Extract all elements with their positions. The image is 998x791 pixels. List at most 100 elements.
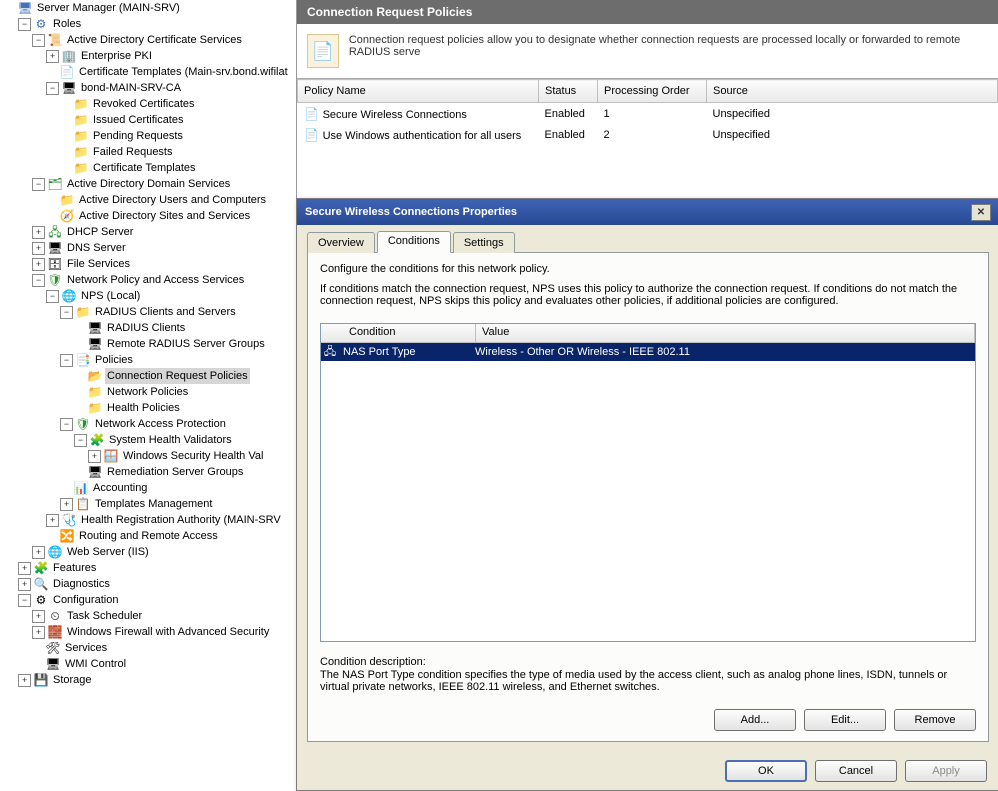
expand-icon[interactable]: + — [46, 514, 59, 527]
tree-node-npas[interactable]: −🛡Network Policy and Access Services — [32, 272, 296, 288]
tree-node-hra[interactable]: +🩺Health Registration Authority (MAIN-SR… — [46, 512, 296, 528]
tree-node-radius-cs[interactable]: −📁RADIUS Clients and Servers — [60, 304, 296, 320]
tree-node-configuration[interactable]: −⚙Configuration — [18, 592, 296, 608]
dialog-titlebar[interactable]: Secure Wireless Connections Properties ✕ — [297, 199, 998, 225]
tree-node-dns[interactable]: +🖥DNS Server — [32, 240, 296, 256]
tree-node-label: Network Access Protection — [93, 416, 228, 432]
tree-node-rras[interactable]: 🔀Routing and Remote Access — [46, 528, 296, 544]
tree-node-wmi[interactable]: 🖥WMI Control — [32, 656, 296, 672]
tree-node-remote-radius[interactable]: 🖥Remote RADIUS Server Groups — [74, 336, 296, 352]
expand-icon[interactable]: + — [18, 578, 31, 591]
expand-icon[interactable]: + — [46, 50, 59, 63]
tree-node-nap[interactable]: −🛡Network Access Protection — [60, 416, 296, 432]
tree-node-nps-local[interactable]: −🌐NPS (Local) — [46, 288, 296, 304]
folder-icon: 📁 — [75, 304, 91, 320]
tree-node-label: bond-MAIN-SRV-CA — [79, 80, 183, 96]
cancel-button[interactable]: Cancel — [815, 760, 897, 782]
tree-node-ad-sites[interactable]: 🧭Active Directory Sites and Services — [46, 208, 296, 224]
collapse-icon[interactable]: − — [18, 18, 31, 31]
col-condition[interactable]: Condition — [343, 324, 476, 342]
col-source[interactable]: Source — [707, 80, 998, 103]
tree-node-failed[interactable]: 📁Failed Requests — [60, 144, 296, 160]
expand-icon[interactable]: + — [18, 674, 31, 687]
col-policy-name[interactable]: Policy Name — [298, 80, 539, 103]
collapse-icon[interactable]: − — [60, 354, 73, 367]
tree-node-adcs[interactable]: − 📜 Active Directory Certificate Service… — [32, 32, 296, 48]
tree-node-cert-templates-main[interactable]: 📄Certificate Templates (Main-srv.bond.wi… — [46, 64, 296, 80]
tree-node-label: Revoked Certificates — [91, 96, 197, 112]
policy-icon: 📄 — [304, 127, 320, 143]
collapse-icon[interactable]: − — [18, 594, 31, 607]
tree-node-revoked[interactable]: 📁Revoked Certificates — [60, 96, 296, 112]
tree-node-templates-mgmt[interactable]: +📋Templates Management — [60, 496, 296, 512]
tree-node-enterprise-pki[interactable]: +🏢Enterprise PKI — [46, 48, 296, 64]
tree-node-connection-request-policies[interactable]: 📂Connection Request Policies — [74, 368, 296, 384]
expand-icon[interactable]: + — [32, 258, 45, 271]
collapse-icon[interactable]: − — [60, 306, 73, 319]
expand-icon[interactable]: + — [32, 626, 45, 639]
expand-icon[interactable]: + — [32, 610, 45, 623]
condition-row[interactable]: 🖧 NAS Port Type Wireless - Other OR Wire… — [321, 343, 975, 361]
tree-node-iis[interactable]: +🌐Web Server (IIS) — [32, 544, 296, 560]
tree-node-shv[interactable]: −🧩System Health Validators — [74, 432, 296, 448]
col-processing-order[interactable]: Processing Order — [598, 80, 707, 103]
policies-table[interactable]: Policy Name Status Processing Order Sour… — [297, 79, 998, 145]
tree-node-network-policies[interactable]: 📁Network Policies — [74, 384, 296, 400]
tree-node-features[interactable]: +🧩Features — [18, 560, 296, 576]
tree-node-adds[interactable]: −🗂Active Directory Domain Services — [32, 176, 296, 192]
collapse-icon[interactable]: − — [32, 178, 45, 191]
expand-icon[interactable]: + — [32, 226, 45, 239]
close-button[interactable]: ✕ — [971, 204, 991, 221]
tree-node-issued[interactable]: 📁Issued Certificates — [60, 112, 296, 128]
table-row[interactable]: 📄 Secure Wireless Connections Enabled 1 … — [298, 103, 998, 125]
tree-node-rsg[interactable]: 🖥Remediation Server Groups — [74, 464, 296, 480]
tree-node-policies[interactable]: −📑Policies — [60, 352, 296, 368]
tree-node-services[interactable]: 🛠Services — [32, 640, 296, 656]
expand-icon[interactable]: + — [18, 562, 31, 575]
tab-conditions[interactable]: Conditions — [377, 231, 451, 253]
conditions-list[interactable]: Condition Value 🖧 NAS Port Type Wireless… — [320, 323, 976, 642]
collapse-icon[interactable]: − — [46, 82, 59, 95]
col-value[interactable]: Value — [476, 324, 975, 342]
edit-button[interactable]: Edit... — [804, 709, 886, 731]
navigation-tree[interactable]: 🖥 Server Manager (MAIN-SRV) − ⚙ Roles — [0, 0, 296, 688]
expand-icon[interactable]: + — [32, 242, 45, 255]
tree-root[interactable]: 🖥 Server Manager (MAIN-SRV) — [4, 0, 296, 16]
tab-overview[interactable]: Overview — [307, 232, 375, 253]
expand-icon[interactable]: + — [32, 546, 45, 559]
tree-node-storage[interactable]: +💾Storage — [18, 672, 296, 688]
collapse-icon[interactable]: − — [32, 274, 45, 287]
collapse-icon[interactable]: − — [74, 434, 87, 447]
tree-node-diagnostics[interactable]: +🔍Diagnostics — [18, 576, 296, 592]
policy-icon: 📄 — [304, 106, 320, 122]
collapse-icon[interactable]: − — [32, 34, 45, 47]
nps-icon: 🌐 — [61, 288, 77, 304]
tree-node-task-scheduler[interactable]: +⏲Task Scheduler — [32, 608, 296, 624]
tree-node-dhcp[interactable]: +🖧DHCP Server — [32, 224, 296, 240]
ok-button[interactable]: OK — [725, 760, 807, 782]
table-row[interactable]: 📄 Use Windows authentication for all use… — [298, 124, 998, 145]
tree-node-accounting[interactable]: 📊Accounting — [60, 480, 296, 496]
expand-icon[interactable]: + — [60, 498, 73, 511]
tree-node-radius-clients[interactable]: 🖥RADIUS Clients — [74, 320, 296, 336]
tree-node-bond-ca[interactable]: −🖥bond-MAIN-SRV-CA — [46, 80, 296, 96]
tree-node-pending[interactable]: 📁Pending Requests — [60, 128, 296, 144]
expand-icon[interactable]: + — [88, 450, 101, 463]
cell-source: Unspecified — [707, 103, 998, 125]
tab-settings[interactable]: Settings — [453, 232, 515, 253]
tree-node-roles[interactable]: − ⚙ Roles — [18, 16, 296, 32]
tree-node-file-services[interactable]: +🗄File Services — [32, 256, 296, 272]
tree-node-wshv[interactable]: +🪟Windows Security Health Val — [88, 448, 296, 464]
tree-node-health-policies[interactable]: 📁Health Policies — [74, 400, 296, 416]
tree-node-ad-users[interactable]: 📁Active Directory Users and Computers — [46, 192, 296, 208]
content-info-banner: 📄 Connection request policies allow you … — [297, 24, 998, 79]
remove-button[interactable]: Remove — [894, 709, 976, 731]
collapse-icon[interactable]: − — [46, 290, 59, 303]
collapse-icon[interactable]: − — [60, 418, 73, 431]
tree-node-wfas[interactable]: +🧱Windows Firewall with Advanced Securit… — [32, 624, 296, 640]
cell-order: 1 — [598, 103, 707, 125]
apply-button[interactable]: Apply — [905, 760, 987, 782]
add-button[interactable]: Add... — [714, 709, 796, 731]
col-status[interactable]: Status — [539, 80, 598, 103]
tree-node-cert-templates[interactable]: 📁Certificate Templates — [60, 160, 296, 176]
